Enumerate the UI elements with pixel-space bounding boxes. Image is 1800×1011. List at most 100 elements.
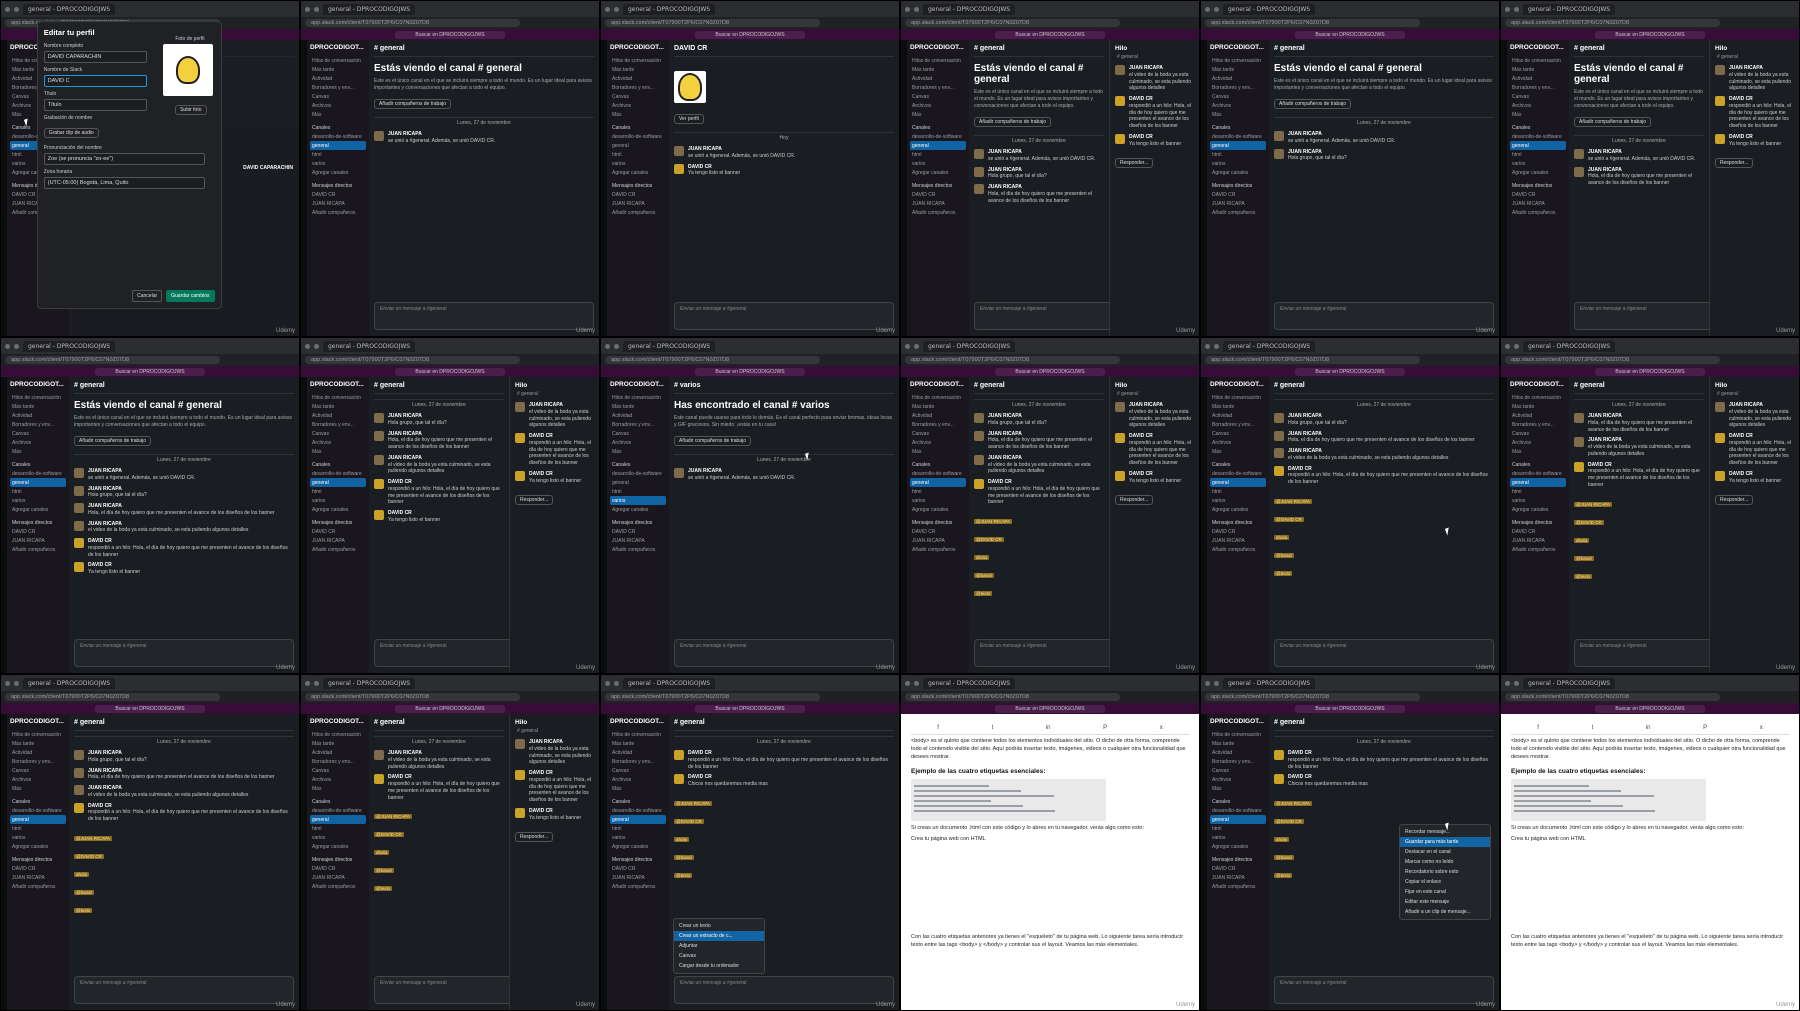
thread-reply-input[interactable]: Responder... [515,495,554,506]
sidebar-dm[interactable]: JUAN RICAPA [310,536,366,545]
sidebar-item[interactable]: Borradores y env... [610,757,666,766]
sidebar-channel[interactable]: html [10,487,66,496]
record-audio-button[interactable]: Grabar clip de audio [43,128,99,139]
channels-header[interactable]: Canales [610,797,666,806]
sidebar-channel[interactable]: varios [310,159,366,168]
window-dot-icon[interactable] [614,680,619,686]
avatar[interactable] [374,413,384,423]
full-name-field[interactable]: DAVID CAPARACHIN [43,51,148,64]
dms-header[interactable]: Mensajes directos [1510,181,1566,190]
mention-tag[interactable]: @JUAN RICAPA [1574,501,1612,507]
sidebar-item[interactable]: Archivos [610,101,666,110]
mention-tag[interactable]: @banal [1574,555,1594,561]
sidebar-item[interactable]: Más [1510,110,1566,119]
sidebar-channel[interactable]: varios [910,159,966,168]
sidebar-item[interactable]: Canvas [1210,92,1266,101]
sidebar-dm[interactable]: Añadir compañeros [1210,545,1266,554]
browser-tab[interactable]: general - DPROCODIGOJWS [623,677,716,689]
sidebar-channel[interactable]: general [610,815,666,824]
sidebar-item[interactable]: Hilos de conversación [1510,393,1566,402]
share-icon[interactable]: f [1537,725,1539,731]
avatar[interactable] [1115,470,1125,481]
window-dot-icon[interactable] [314,6,319,12]
sidebar-channel[interactable]: desarrollo-de-software [310,469,366,478]
channels-header[interactable]: Canales [1210,460,1266,469]
sidebar-channel[interactable]: varios [910,496,966,505]
avatar[interactable] [374,479,384,489]
workspace-name[interactable]: DPROCODIGOT... [310,381,366,388]
sidebar-item[interactable]: Canvas [610,429,666,438]
window-dot-icon[interactable] [614,6,619,12]
message-author[interactable]: JUAN RICAPA [88,785,122,791]
avatar[interactable] [1715,402,1725,412]
sidebar-channel[interactable]: varios [1210,496,1266,505]
sidebar-item[interactable]: Borradores y env... [310,420,366,429]
sidebar-dm[interactable]: DAVID CR [610,527,666,536]
thread-reply-input[interactable]: Responder... [1115,158,1154,169]
mention-tag[interactable]: @DAVID CR [974,537,1004,542]
browser-tab[interactable]: general - DPROCODIGOJWS [923,340,1016,352]
sidebar-item[interactable]: Más [910,110,966,119]
sidebar-item[interactable]: Actividad [610,748,666,757]
message-author[interactable]: DAVID CR [1288,466,1312,472]
window-dot-icon[interactable] [1505,343,1510,349]
avatar[interactable] [374,774,384,785]
window-dot-icon[interactable] [914,6,919,12]
message-author[interactable]: DAVID CR [388,479,412,485]
workspace-name[interactable]: DPROCODIGOT... [310,44,366,51]
sidebar-channel[interactable]: desarrollo-de-software [910,132,966,141]
sidebar-channel[interactable]: general [1210,141,1266,150]
mention-tag[interactable]: @banal [74,889,94,895]
avatar[interactable] [374,131,384,141]
browser-tab[interactable]: general - DPROCODIGOJWS [23,340,116,352]
sidebar-item[interactable]: Más [10,784,66,793]
avatar[interactable] [674,750,684,760]
sidebar-item[interactable]: Más [310,784,366,793]
mention-tag[interactable]: ahola [1574,537,1590,543]
sidebar-channel[interactable]: general [610,141,666,150]
url-input[interactable]: app.slack.com/client/T07900T2P6/C07N0Z07… [5,693,220,701]
window-dot-icon[interactable] [1205,6,1210,12]
share-icon[interactable]: x [1160,725,1163,731]
sidebar-channel[interactable]: general [910,141,966,150]
sidebar-channel[interactable]: varios [610,833,666,842]
sidebar-item[interactable]: Canvas [10,766,66,775]
avatar[interactable] [674,774,684,785]
context-menu-item[interactable]: Recordar mensaje... [1400,827,1490,837]
window-dot-icon[interactable] [1514,343,1519,349]
dms-header[interactable]: Mensajes directos [610,855,666,864]
sidebar-channel[interactable]: html [610,150,666,159]
workspace-name[interactable]: DPROCODIGOT... [1510,381,1566,388]
sidebar-item[interactable]: Más tarde [610,402,666,411]
sidebar-dm[interactable]: JUAN RICAPA [1210,873,1266,882]
sidebar-dm[interactable]: DAVID CR [310,864,366,873]
sidebar-item[interactable]: Canvas [1510,92,1566,101]
search-input[interactable]: Buscar en DPROCODIGOJWS [95,704,205,713]
avatar[interactable] [1274,448,1284,458]
sidebar-item[interactable]: Más [1210,110,1266,119]
dms-header[interactable]: Mensajes directos [610,518,666,527]
dms-header[interactable]: Mensajes directos [1210,181,1266,190]
sidebar-item[interactable]: Borradores y env... [10,420,66,429]
search-input[interactable]: Buscar en DPROCODIGOJWS [1595,367,1705,376]
message-author[interactable]: DAVID CR [529,808,553,814]
message-author[interactable]: DAVID CR [1288,774,1312,780]
message-author[interactable]: JUAN RICAPA [388,131,422,137]
mention-tag[interactable]: @texto [1274,872,1293,878]
avatar[interactable] [1115,96,1125,106]
sidebar-channel[interactable]: Agregar canales [1210,842,1266,851]
message-author[interactable]: DAVID CR [1129,471,1153,477]
message-author[interactable]: DAVID CR [529,770,553,776]
avatar[interactable] [1274,148,1284,159]
mention-tag[interactable]: @banal [674,854,694,860]
sidebar-dm[interactable]: JUAN RICAPA [310,199,366,208]
dms-header[interactable]: Mensajes directos [310,518,366,527]
add-coworkers-button[interactable]: Añadir compañeros de trabajo [674,436,751,446]
sidebar-item[interactable]: Borradores y env... [610,83,666,92]
workspace-name[interactable]: DPROCODIGOT... [1210,718,1266,725]
share-icon[interactable]: t [992,725,994,731]
sidebar-dm[interactable]: JUAN RICAPA [10,536,66,545]
mention-tag[interactable]: @texto [374,886,393,892]
sidebar-dm[interactable]: DAVID CR [1210,864,1266,873]
sidebar-dm[interactable]: Añadir compañeros [310,882,366,891]
